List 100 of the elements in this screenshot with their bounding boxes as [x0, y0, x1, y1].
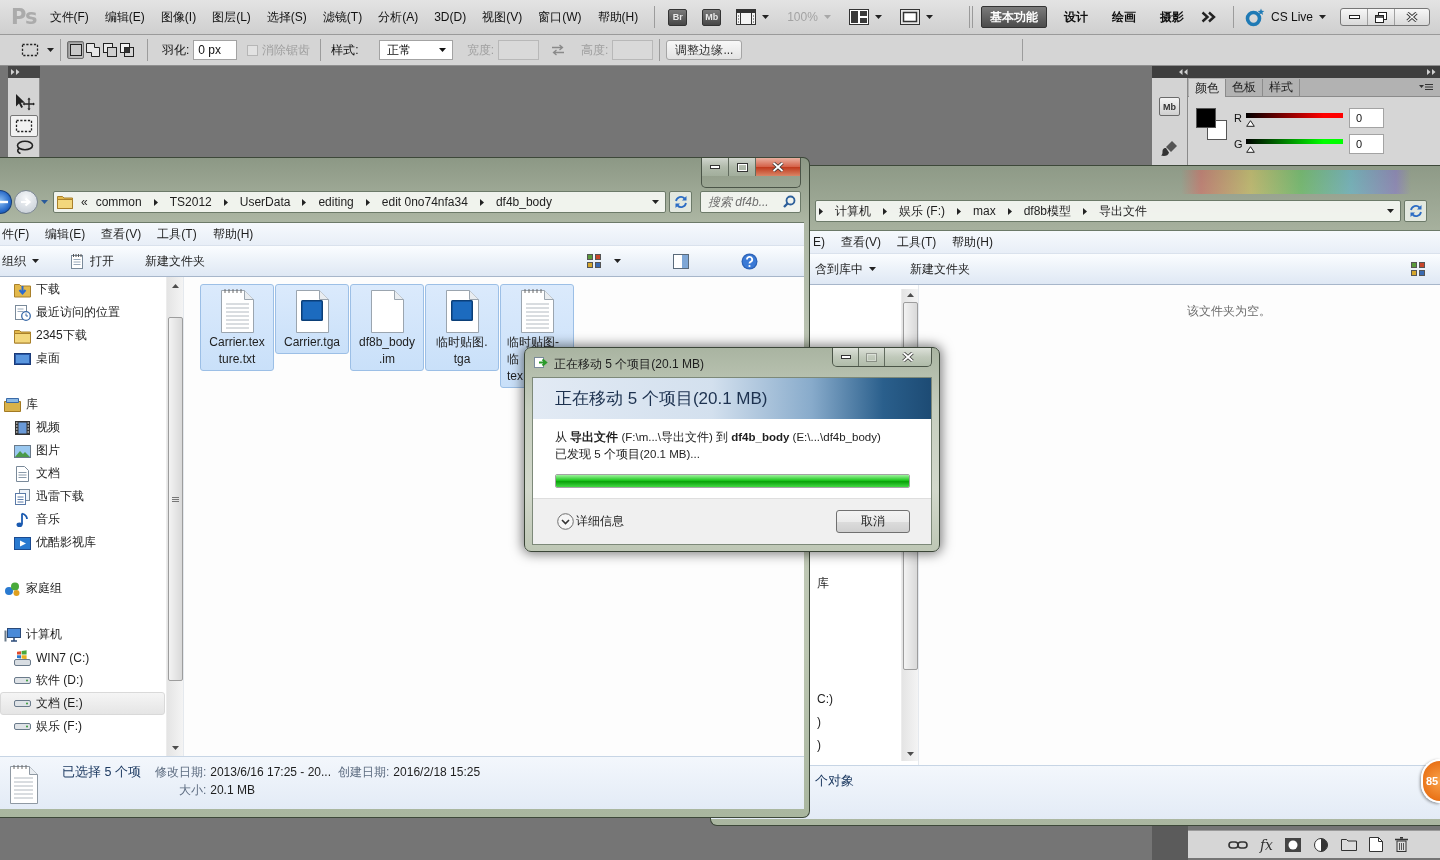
file-item[interactable]: df8b_body .im [350, 284, 424, 371]
menu-item[interactable]: 查看(V) [841, 233, 881, 251]
view-extras-button[interactable] [736, 9, 770, 25]
expand-icon[interactable] [11, 69, 20, 75]
nav-item[interactable]: ) [816, 710, 822, 733]
breadcrumb[interactable]: max [973, 204, 996, 218]
nav-item[interactable]: 迅雷下载 [0, 485, 165, 508]
menu-item[interactable]: 帮助(H) [597, 8, 639, 26]
channel-value-field[interactable]: 0 [1349, 134, 1384, 154]
menu-item[interactable]: 帮助(H) [212, 225, 254, 243]
nav-item[interactable]: 库 [816, 572, 830, 595]
nav-item[interactable]: C:) [816, 687, 834, 710]
toolbar-button[interactable]: 新建文件夹 [143, 249, 207, 273]
caret-icon[interactable] [1387, 209, 1394, 213]
scroll-down-arrow-icon[interactable] [171, 746, 179, 750]
nav-item[interactable]: 下载 [0, 278, 165, 301]
fx-button[interactable]: fx [1259, 836, 1273, 853]
folder-icon[interactable] [1341, 838, 1357, 851]
breadcrumb[interactable]: UserData [239, 195, 291, 209]
new-page-icon[interactable] [1369, 837, 1383, 852]
address-bar[interactable]: « common TS2012 UserData editing edit 0no74nfa34 df4b_body [53, 191, 666, 213]
refresh-button[interactable] [669, 191, 692, 213]
collapse-icon[interactable] [1179, 69, 1188, 75]
menu-item[interactable]: 3D(D) [434, 10, 467, 24]
more-workspaces-button[interactable] [1200, 11, 1216, 23]
tool-preset-button[interactable] [21, 43, 54, 57]
toolbar-button[interactable]: 新建文件夹 [908, 257, 972, 281]
minimize-button[interactable] [702, 158, 729, 176]
menu-item[interactable]: 选择(S) [266, 8, 307, 26]
style-dropdown[interactable]: 正常 [378, 40, 453, 60]
breadcrumb-overflow[interactable]: « [81, 195, 88, 209]
nav-item[interactable]: 图片 [0, 439, 165, 462]
chain-link-icon[interactable] [1227, 838, 1248, 851]
nav-item[interactable]: WIN7 (C:) [0, 646, 165, 669]
slider-thumb[interactable] [1246, 146, 1255, 153]
scroll-down-arrow-icon[interactable] [906, 752, 914, 756]
menu-item[interactable]: 窗口(W) [538, 8, 582, 26]
menu-item[interactable]: 编辑(E) [45, 225, 86, 243]
nav-item[interactable]: 计算机 [0, 623, 165, 646]
nav-item[interactable]: 家庭组 [0, 577, 165, 600]
search-field[interactable]: 搜索 df4b... [700, 191, 801, 213]
cancel-button[interactable]: 取消 [836, 510, 910, 533]
mask-icon[interactable] [1285, 837, 1301, 852]
color-swatches-icon[interactable] [1196, 108, 1227, 140]
dock-panel-button[interactable] [1159, 138, 1180, 157]
feather-field[interactable]: 0 px [193, 40, 238, 60]
breadcrumb[interactable]: edit 0no74nfa34 [381, 195, 468, 209]
breadcrumb[interactable]: 娱乐 (F:) [899, 202, 945, 220]
scrollbar[interactable] [166, 277, 183, 756]
nav-item[interactable]: 桌面 [0, 347, 165, 370]
dock-panel-button[interactable]: Mb [1159, 97, 1180, 116]
nav-item[interactable]: 库 [0, 393, 165, 416]
menu-item[interactable]: 编辑(E) [104, 8, 145, 26]
selection-mode-button[interactable] [84, 41, 101, 59]
panel-menu-icon[interactable] [1419, 83, 1433, 91]
nav-item[interactable]: 娱乐 (F:) [0, 715, 165, 738]
toolbar-button[interactable]: 含到库中 [813, 257, 878, 281]
nav-item[interactable]: 文档 [0, 462, 165, 485]
trash-icon[interactable] [1395, 837, 1408, 852]
breadcrumb[interactable]: editing [318, 195, 354, 209]
refine-edge-button[interactable]: 调整边缘... [666, 40, 743, 60]
nav-item[interactable]: ) [816, 733, 822, 756]
details-toggle[interactable]: 详细信息 [557, 513, 624, 530]
workspace-tab[interactable]: 摄影 [1159, 6, 1184, 28]
close-button[interactable] [756, 158, 800, 176]
menu-item[interactable]: E) [813, 235, 825, 249]
workspace-tab[interactable]: 设计 [1063, 6, 1088, 28]
breadcrumb[interactable]: common [95, 195, 142, 209]
cs-live-button[interactable]: CS Live [1244, 7, 1326, 27]
menu-item[interactable]: 分析(A) [378, 8, 419, 26]
selection-mode-button[interactable] [118, 41, 135, 59]
nav-item[interactable]: 最近访问的位置 [0, 301, 165, 324]
maximize-button[interactable] [729, 158, 756, 176]
half-circle-icon[interactable] [1313, 836, 1329, 853]
scroll-up-arrow-icon[interactable] [906, 293, 914, 297]
expand-icon[interactable] [1427, 69, 1436, 75]
menu-item[interactable]: 工具(T) [157, 225, 197, 243]
arrange-documents-button[interactable] [848, 9, 882, 25]
breadcrumb[interactable]: 计算机 [835, 202, 871, 220]
workspace-tab[interactable]: 基本功能 [980, 6, 1047, 28]
scroll-up-arrow-icon[interactable] [171, 284, 179, 288]
selection-mode-button[interactable] [67, 41, 84, 59]
app-button[interactable]: Mb [702, 8, 722, 26]
file-item[interactable]: 临时贴图. tga [425, 284, 499, 371]
scroll-thumb[interactable] [167, 317, 183, 681]
close-button[interactable] [885, 348, 931, 366]
breadcrumb[interactable]: df4b_body [495, 195, 552, 209]
toolbar-button[interactable]: 组织 [0, 249, 41, 273]
channel-value-field[interactable]: 0 [1349, 108, 1384, 128]
nav-item[interactable]: 视频 [0, 416, 165, 439]
selection-mode-button[interactable] [101, 41, 118, 59]
breadcrumb[interactable]: TS2012 [169, 195, 212, 209]
breadcrumb[interactable]: df8b模型 [1023, 202, 1072, 220]
app-button[interactable]: Br [668, 8, 688, 26]
menu-item[interactable]: 图像(I) [160, 8, 197, 26]
panel-tab[interactable]: 颜色 [1189, 79, 1226, 97]
workspace-tab[interactable]: 绘画 [1111, 6, 1136, 28]
screen-mode-button[interactable] [899, 9, 933, 25]
menu-item[interactable]: 文件(F) [49, 8, 89, 26]
breadcrumb[interactable]: 导出文件 [1099, 202, 1148, 220]
